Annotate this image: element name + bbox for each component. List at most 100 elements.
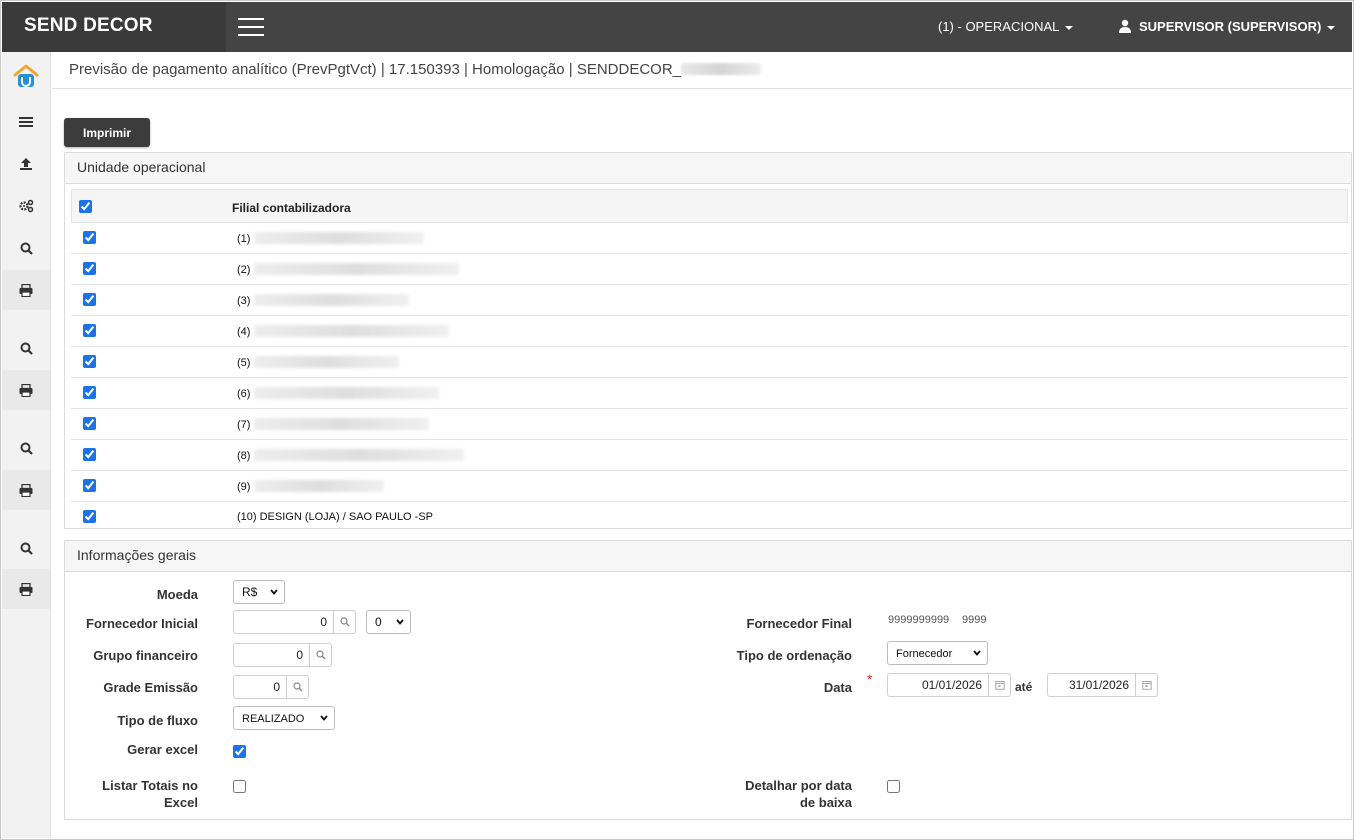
row-checkbox[interactable] [83,355,96,368]
sidebar-search-2[interactable] [2,328,50,368]
sidebar-search-1[interactable] [2,228,50,268]
fornecedor-inicial-input[interactable] [233,610,334,634]
table-row: (10) DESIGN (LOJA) / SAO PAULO -SP [71,502,1348,532]
calendar-icon [1141,681,1152,690]
sidebar-home[interactable] [2,56,50,96]
unit-selector[interactable]: (1) - OPERACIONAL [938,19,1074,34]
table-row: (4) [71,316,1348,347]
row-checkbox[interactable] [83,479,96,492]
fornecedor-inicial-label: Fornecedor Inicial [86,616,198,631]
row-label: (3) [237,295,251,307]
row-label: (8) [237,450,251,462]
table-row: (1) [71,223,1348,254]
table-row: (2) [71,254,1348,285]
data-fim-input[interactable] [1047,673,1136,697]
redacted-text [254,480,385,492]
tipo-fluxo-select[interactable]: REALIZADO [233,706,335,730]
grupo-financeiro-label: Grupo financeiro [93,648,198,663]
print-icon [19,483,33,497]
moeda-value: R$ [242,585,258,599]
tipo-fluxo-value: REALIZADO [242,713,305,725]
fornecedor-inicial-select-value: 0 [375,615,382,629]
brand-logo[interactable]: SEND DECOR [2,2,226,52]
redacted-text [254,294,410,306]
print-icon [19,283,33,297]
fornecedor-inicial-select[interactable]: 0 [366,610,411,634]
sidebar-print-1[interactable] [2,270,50,310]
grupo-financeiro-input[interactable] [233,643,310,667]
unidade-operacional-panel: Unidade operacional Filial contabilizado… [64,152,1352,529]
grade-emissao-input[interactable] [233,675,287,699]
row-checkbox[interactable] [83,324,96,337]
row-checkbox[interactable] [83,510,96,523]
row-label: (7) [237,419,251,431]
row-label: (5) [237,357,251,369]
grade-emissao-search[interactable] [287,675,309,699]
user-menu[interactable]: SUPERVISOR (SUPERVISOR) [1118,19,1336,34]
sidebar-print-4[interactable] [2,569,50,609]
sidebar-search-4[interactable] [2,528,50,568]
sidebar-list[interactable] [2,102,50,142]
grupo-financeiro-search[interactable] [310,643,332,667]
panel-title: Unidade operacional [65,153,1351,184]
fornecedor-inicial-search[interactable] [334,610,356,634]
redacted-text [254,418,430,430]
detalhar-data-baixa-checkbox[interactable] [887,780,900,793]
redacted-text [254,263,460,275]
gerar-excel-label: Gerar excel [127,742,198,757]
user-icon [1119,19,1131,33]
print-icon [19,582,33,596]
tipo-fluxo-label: Tipo de fluxo [117,713,198,728]
sidebar-print-3[interactable] [2,470,50,510]
moeda-select[interactable]: R$ [233,580,285,604]
home-icon [13,64,39,87]
data-inicio-calendar[interactable] [989,673,1011,697]
redacted-text [254,232,425,244]
row-checkbox[interactable] [83,231,96,244]
select-all-checkbox[interactable] [79,200,92,213]
sidebar-search-3[interactable] [2,428,50,468]
chevron-down-icon [973,650,981,656]
sidebar-settings[interactable] [2,186,50,226]
row-label: (9) [237,481,251,493]
row-checkbox[interactable] [83,448,96,461]
search-icon [20,442,33,455]
grade-emissao-label: Grade Emissão [103,680,198,695]
search-icon [20,542,33,555]
data-fim-calendar[interactable] [1136,673,1158,697]
data-inicio-input[interactable] [887,673,989,697]
table-row: (3) [71,285,1348,316]
menu-toggle-icon[interactable] [238,18,264,36]
table-row: (8) [71,440,1348,471]
row-checkbox[interactable] [83,262,96,275]
unit-table: Filial contabilizadora (1) (2) (3) (4) (… [71,189,1348,532]
fornecedor-final-value: 9999999999 [888,614,950,626]
print-button[interactable]: Imprimir [64,118,150,147]
unit-selector-label: (1) - OPERACIONAL [938,19,1060,34]
chevron-down-icon [270,589,278,595]
listar-totais-label: Listar Totais no Excel [102,778,198,810]
top-bar: SEND DECOR (1) - OPERACIONAL SUPERVISOR … [2,2,1352,52]
listar-totais-checkbox[interactable] [233,780,246,793]
table-row: (9) [71,471,1348,502]
tipo-ordenacao-select[interactable]: Fornecedor [887,641,988,665]
print-icon [19,383,33,397]
sidebar-upload[interactable] [2,144,50,184]
row-checkbox[interactable] [83,386,96,399]
row-label: (4) [237,326,251,338]
row-checkbox[interactable] [83,417,96,430]
user-menu-label: SUPERVISOR (SUPERVISOR) [1139,19,1322,34]
sidebar-print-2[interactable] [2,370,50,410]
redacted-text [254,387,440,399]
gerar-excel-checkbox[interactable] [233,745,246,758]
calendar-icon [994,681,1005,690]
table-header: Filial contabilizadora [71,189,1348,223]
redacted-text [254,449,465,461]
table-row: (7) [71,409,1348,440]
row-label: (6) [237,388,251,400]
detalhar-data-baixa-label: Detalhar por data de baixa [745,778,852,810]
row-checkbox[interactable] [83,293,96,306]
data-label: Data [823,680,852,695]
column-header-filial: Filial contabilizadora [232,201,351,215]
row-label: (1) [237,233,251,245]
